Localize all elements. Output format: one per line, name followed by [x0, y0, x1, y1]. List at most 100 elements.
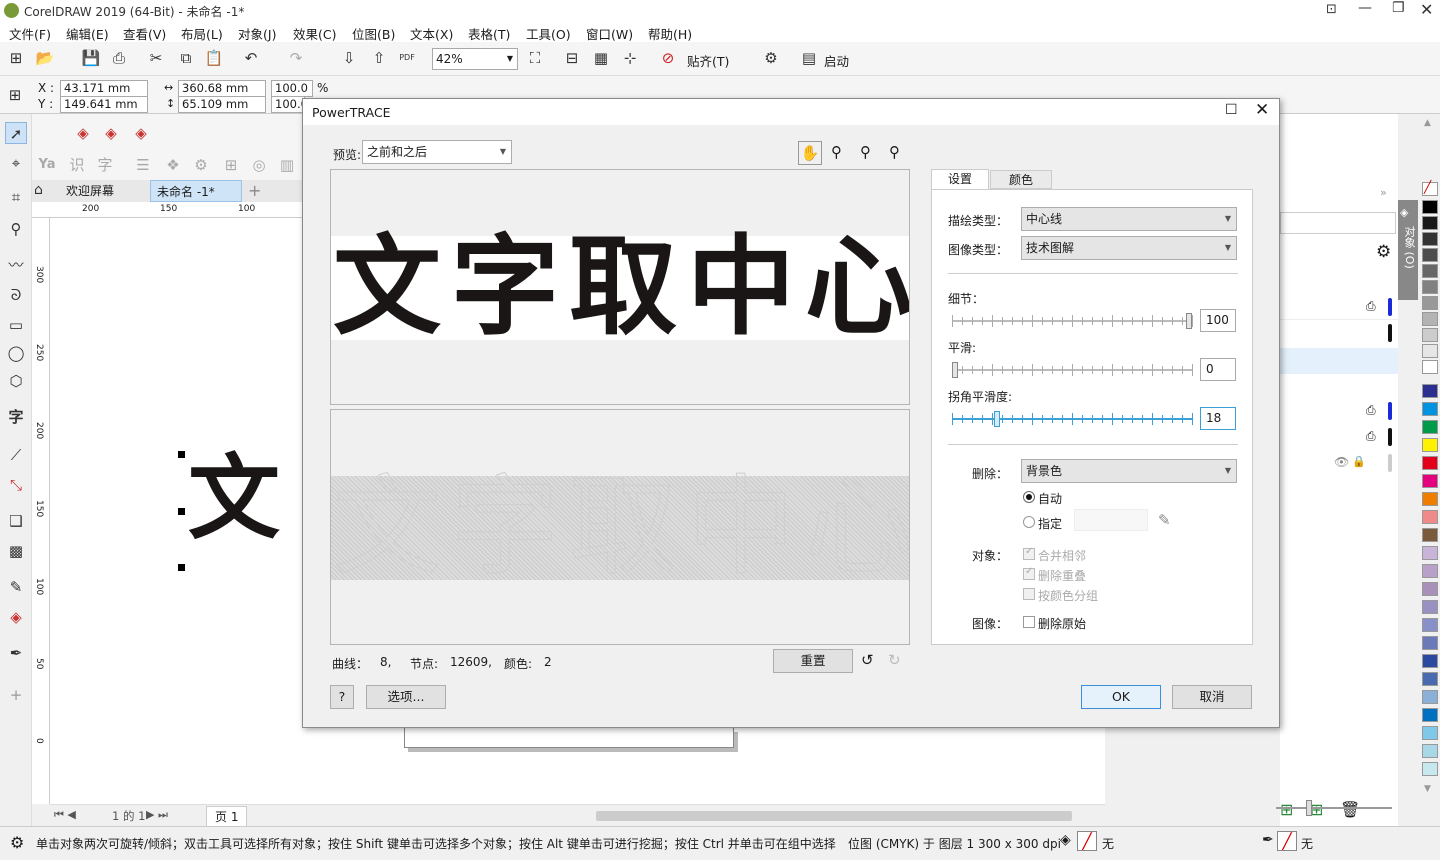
text-fit-icon[interactable]: ⚙ [190, 154, 212, 176]
character-icon[interactable]: 字 [94, 154, 116, 176]
swatch-none[interactable]: ╱ [1422, 180, 1438, 196]
corner-slider-thumb[interactable] [994, 411, 1000, 427]
color-swatch[interactable] [1422, 264, 1438, 278]
cut-icon[interactable]: ✂ [145, 47, 167, 69]
preview-mode-combo[interactable]: 之前和之后 ▼ [362, 140, 512, 164]
color-swatch[interactable] [1422, 296, 1438, 310]
delete-original-checkbox[interactable] [1023, 616, 1035, 628]
menu-bitmaps[interactable]: 位图(B) [352, 24, 395, 43]
smooth-slider[interactable] [952, 360, 1193, 380]
color-swatch[interactable] [1422, 672, 1438, 686]
docker-settings-icon[interactable]: ⚙ [1376, 242, 1391, 262]
menu-file[interactable]: 文件(F) [9, 24, 51, 43]
menu-view[interactable]: 查看(V) [123, 24, 166, 43]
interactive-fill-icon[interactable]: ◈ [5, 606, 27, 628]
drop-shadow-icon[interactable]: ❑ [5, 510, 27, 532]
status-settings-icon[interactable]: ⚙ [10, 833, 24, 852]
selection-handle[interactable] [178, 451, 185, 458]
color-swatch[interactable] [1422, 216, 1438, 230]
color-swatch[interactable] [1422, 492, 1438, 506]
publish-pdf-icon[interactable]: PDF [396, 47, 418, 69]
pattern-icon[interactable]: ❖ [162, 154, 184, 176]
text-tool-icon[interactable]: 字 [5, 406, 27, 428]
palette-scroll-down-icon[interactable]: ▼ [1424, 784, 1431, 794]
save-icon[interactable]: 💾 [80, 47, 102, 69]
scale-y-field[interactable]: 100.0 [271, 96, 308, 113]
lock-icon[interactable]: 🔒 [1352, 455, 1366, 468]
zoom-tool-icon[interactable]: ⚲ [5, 218, 27, 240]
color-swatch[interactable] [1422, 456, 1438, 470]
zoom-in-icon[interactable]: ⚲ [889, 143, 900, 161]
selection-handle[interactable] [178, 564, 185, 571]
canvas-text-glyph[interactable]: 文 [188, 453, 280, 545]
new-document-icon[interactable]: ⊞ [5, 47, 27, 69]
grid-icon[interactable]: ▦ [590, 47, 612, 69]
menu-layout[interactable]: 布局(L) [181, 24, 223, 43]
color-swatch[interactable] [1422, 528, 1438, 542]
color-swatch[interactable] [1422, 546, 1438, 560]
dialog-maximize-button[interactable]: ☐ [1225, 102, 1238, 118]
color-swatch[interactable] [1422, 600, 1438, 614]
snap-to-dropdown[interactable]: 贴齐(T) [687, 51, 729, 70]
docker-tab-objects[interactable]: ◈ 对象 (O) [1398, 200, 1418, 300]
print-icon[interactable]: ⎙ [108, 47, 130, 69]
merge-adjacent-checkbox[interactable]: ✓ [1023, 546, 1035, 560]
rectangle-tool-icon[interactable]: ▭ [5, 314, 27, 336]
page-tab[interactable]: 页 1 [206, 806, 248, 827]
align-icon[interactable]: ☰ [132, 154, 154, 176]
y-position-field[interactable]: 149.641 mm [60, 96, 148, 113]
color-swatch[interactable] [1422, 654, 1438, 668]
layer-row-selected[interactable] [1280, 348, 1398, 374]
smooth-value-field[interactable]: 0 [1200, 358, 1236, 381]
undo-icon[interactable]: ↶ [240, 47, 262, 69]
color-swatch[interactable] [1422, 384, 1438, 398]
menu-object[interactable]: 对象(J) [238, 24, 276, 43]
smooth-slider-thumb[interactable] [952, 362, 958, 378]
specify-color-swatch[interactable] [1074, 509, 1148, 531]
launch-dropdown[interactable]: 启动 [824, 51, 849, 70]
color-swatch[interactable] [1422, 618, 1438, 632]
reset-button[interactable]: 重置 [773, 649, 853, 673]
radio-specify[interactable] [1023, 516, 1035, 528]
menu-effects[interactable]: 效果(C) [293, 24, 336, 43]
delete-combo[interactable]: 背景色 ▼ [1021, 459, 1237, 483]
color-swatch[interactable] [1422, 420, 1438, 434]
restore-button[interactable]: ❐ [1392, 0, 1405, 16]
color-swatch[interactable] [1422, 360, 1438, 374]
rulers-icon[interactable]: ⊟ [561, 47, 583, 69]
last-page-icon[interactable]: ▶ ⏭ [146, 808, 168, 822]
node-tool-3-icon[interactable]: ◈ [130, 122, 152, 144]
color-swatch[interactable] [1422, 402, 1438, 416]
color-swatch[interactable] [1422, 344, 1438, 358]
color-swatch[interactable] [1422, 328, 1438, 342]
color-swatch[interactable] [1422, 708, 1438, 722]
color-swatch[interactable] [1422, 762, 1438, 776]
snap-off-icon[interactable]: ⊘ [657, 47, 679, 69]
add-tab-button[interactable]: + [242, 180, 264, 202]
transparency-icon[interactable]: ▩ [5, 540, 27, 562]
menu-help[interactable]: 帮助(H) [648, 24, 692, 43]
shape-tool-icon[interactable]: ⌖ [5, 152, 27, 174]
fill-none-swatch[interactable]: ╱ [1077, 831, 1097, 851]
full-screen-icon[interactable]: ⛶ [524, 47, 546, 69]
menu-edit[interactable]: 编辑(E) [66, 24, 109, 43]
circle-text-icon[interactable]: ◎ [248, 154, 270, 176]
color-swatch[interactable] [1422, 744, 1438, 758]
height-field[interactable]: 65.109 mm [178, 96, 266, 113]
tab-document[interactable]: 未命名 -1* [150, 180, 242, 202]
layer-row[interactable]: 👁 🔒 [1280, 452, 1398, 476]
chart-icon[interactable]: ▥ [276, 154, 298, 176]
image-type-combo[interactable]: 技术图解 ▼ [1021, 236, 1237, 260]
object-origin-icon[interactable]: ⊞ [4, 84, 26, 106]
redo-trace-icon[interactable]: ↻ [888, 651, 901, 669]
color-swatch[interactable] [1422, 582, 1438, 596]
freehand-tool-icon[interactable]: 〰 [5, 254, 27, 276]
color-swatch[interactable] [1422, 248, 1438, 262]
text-recognize-icon[interactable]: 识 [66, 154, 88, 176]
menu-text[interactable]: 文本(X) [410, 24, 453, 43]
zoom-fit-icon[interactable]: ⚲ [831, 143, 842, 161]
table-icon[interactable]: ⊞ [220, 154, 242, 176]
import-icon[interactable]: ⇩ [338, 47, 360, 69]
undo-trace-icon[interactable]: ↺ [861, 651, 874, 669]
add-tool-icon[interactable]: + [5, 684, 27, 706]
